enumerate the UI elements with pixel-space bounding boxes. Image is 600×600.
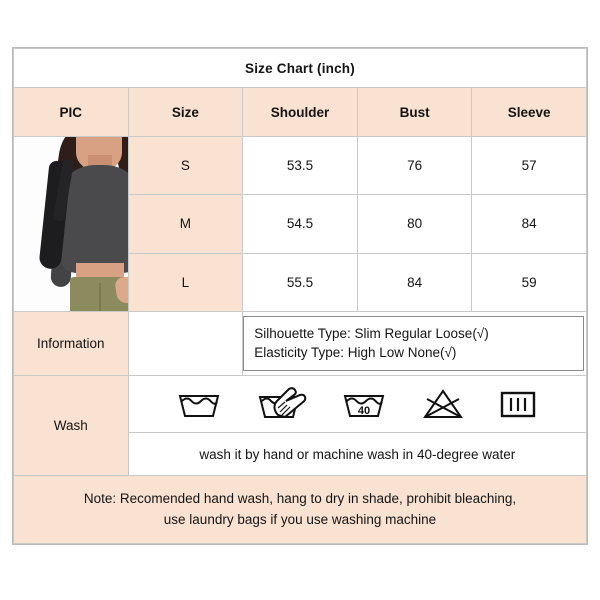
- note-row: Note: Recomended hand wash, hang to dry …: [13, 475, 587, 544]
- shoulder-value: 54.5: [242, 194, 358, 254]
- information-spacer-cell: [127, 311, 244, 376]
- wash-temperature-text: 40: [358, 405, 370, 417]
- wash-40-degrees-icon: 40: [344, 394, 385, 417]
- shoulder-value: 55.5: [242, 252, 358, 313]
- title-row: Size Chart (inch): [13, 47, 587, 89]
- wash-icon-group: 40: [129, 376, 586, 432]
- information-content-cell: Silhouette Type: Slim Regular Loose(√) E…: [242, 311, 587, 376]
- shoulder-value: 53.5: [242, 135, 358, 196]
- hand-wash-icon: [258, 387, 306, 418]
- bust-value: 84: [356, 252, 473, 313]
- table-row: S 53.5 76 57: [13, 135, 587, 313]
- sleeve-value: 84: [471, 194, 587, 254]
- size-value: S: [127, 135, 244, 196]
- information-label: Information: [13, 311, 129, 376]
- wash-instruction-text: wash it by hand or machine wash in 40-de…: [127, 432, 588, 477]
- sleeve-value: 57: [471, 135, 587, 196]
- note-line-1: Note: Recomended hand wash, hang to dry …: [83, 491, 517, 507]
- column-header-shoulder: Shoulder: [242, 87, 358, 137]
- bust-value: 80: [356, 194, 473, 254]
- size-chart-container: Size Chart (inch) PIC Size Shoulder Bust…: [12, 47, 588, 545]
- wash-icons-row: Wash 40: [13, 374, 588, 477]
- sleeve-value: 59: [471, 252, 587, 313]
- silhouette-type-text: Silhouette Type: Slim Regular Loose(√): [254, 325, 489, 341]
- elasticity-type-text: Elasticity Type: High Low None(√): [254, 344, 457, 360]
- note-line-2: use laundry bags if you use washing mach…: [163, 511, 437, 527]
- note-cell: Note: Recomended hand wash, hang to dry …: [13, 475, 587, 544]
- wash-label: Wash: [13, 374, 129, 477]
- column-header-pic: PIC: [13, 87, 129, 137]
- column-header-bust: Bust: [356, 87, 473, 137]
- bust-value: 76: [356, 135, 473, 196]
- header-row: PIC Size Shoulder Bust Sleeve: [13, 87, 587, 137]
- product-photo: [14, 136, 128, 312]
- size-value: L: [127, 252, 244, 313]
- column-header-size: Size: [127, 87, 244, 137]
- size-chart-table: Size Chart (inch) PIC Size Shoulder Bust…: [13, 47, 588, 544]
- product-image-cell: [13, 135, 129, 313]
- drip-dry-icon: [501, 391, 536, 418]
- do-not-bleach-icon: [422, 389, 463, 418]
- information-row: Information Silhouette Type: Slim Regula…: [13, 311, 587, 376]
- information-box: Silhouette Type: Slim Regular Loose(√) E…: [243, 316, 584, 371]
- garment-body: [62, 164, 128, 273]
- wash-icons-cell: 40: [127, 374, 588, 434]
- machine-wash-icon: [178, 394, 220, 417]
- column-header-sleeve: Sleeve: [471, 87, 587, 137]
- size-value: M: [127, 194, 244, 254]
- page-title: Size Chart (inch): [13, 47, 587, 89]
